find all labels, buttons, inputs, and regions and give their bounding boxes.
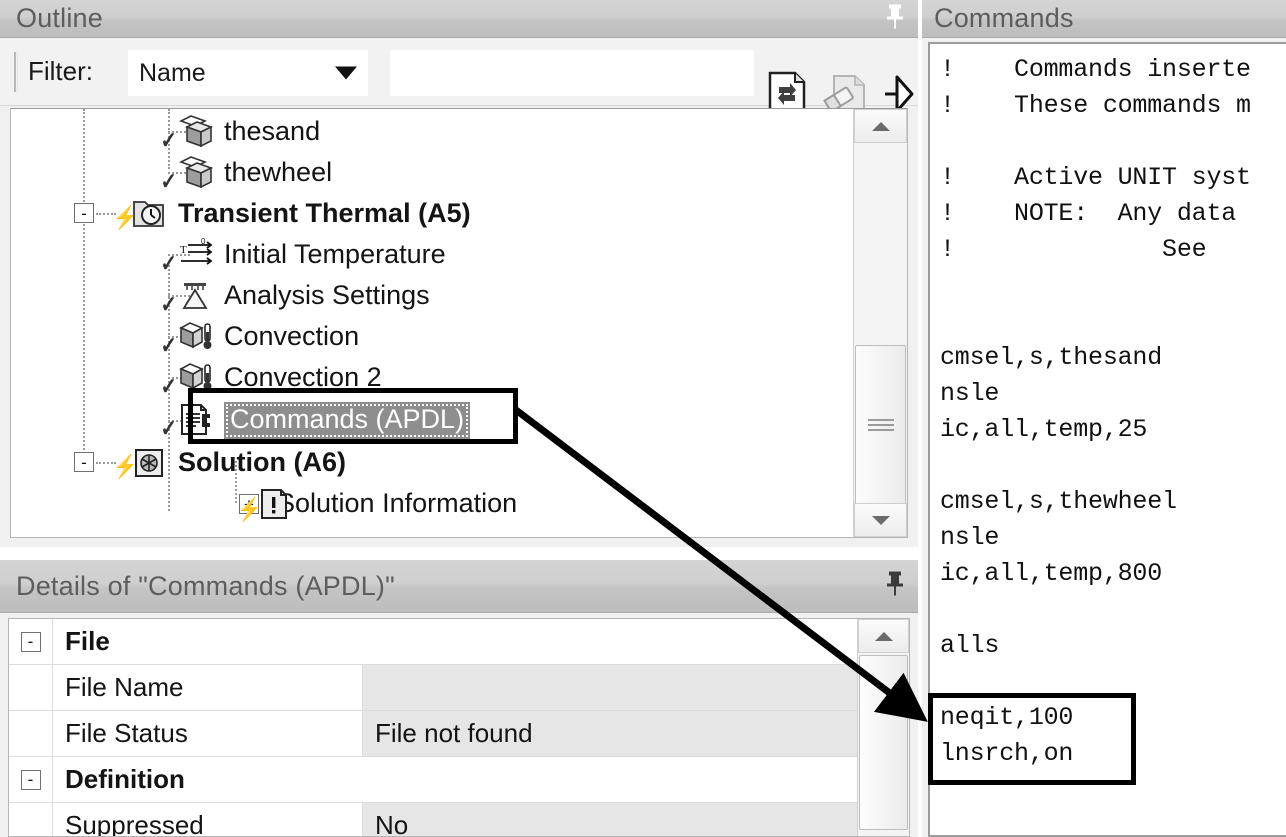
triangle-up-icon [874,631,893,641]
body-box-icon: ✓ [160,155,215,194]
commands-code-text[interactable]: ! Commands inserte ! These commands m ! … [930,44,1286,772]
filter-field-select[interactable]: Name [128,50,368,96]
grip-line [867,424,894,426]
tree-item-label: thesand [224,116,321,146]
details-key: Suppressed [53,803,363,836]
scroll-up-button[interactable] [858,619,909,653]
row-gutter [9,711,53,756]
neqit-lnsrch-highlight-box [928,693,1136,785]
tree-row-list: ✓ thesand ✓ thewheel - ⚡ Transient Therm… [11,111,851,524]
tree-item-label: Solution Information [277,488,518,518]
details-scrollbar[interactable] [857,619,909,836]
triangle-down-icon [871,515,890,525]
tree-expander-collapse[interactable]: - [74,203,94,223]
tree-item-solution[interactable]: - ⚡ Solution (A6) [11,442,851,483]
clock-folder-icon: ⚡ [113,197,169,231]
outline-title-bar: Outline [0,0,918,38]
tree-item-label: Initial Temperature [224,239,446,269]
group-expander[interactable]: - [9,619,53,664]
scrollbar-thumb[interactable] [855,345,906,505]
body-box-icon: ✓ [160,114,215,153]
details-key: File Name [53,665,363,710]
check-mark-icon: ✓ [160,372,177,399]
row-gutter [9,803,53,836]
outline-panel: Outline Filter: Name ✓ thesand ✓ thewhee… [0,0,918,547]
outline-tree[interactable]: ✓ thesand ✓ thewheel - ⚡ Transient Therm… [10,108,908,538]
tree-item-solution-information[interactable]: + ⚡ Solution Information [11,483,851,524]
scroll-down-button[interactable] [854,503,907,537]
temperature-init-icon: T 0 ✓ [160,237,215,276]
scroll-up-button[interactable] [854,109,907,143]
tree-item-convection[interactable]: ✓ Convection [11,316,851,358]
analysis-settings-icon: ✓ [160,279,215,317]
tree-item-thesand[interactable]: ✓ thesand [11,111,851,153]
tree-item-analysis-settings[interactable]: ✓ Analysis Settings [11,275,851,317]
pin-icon[interactable] [884,3,906,34]
tree-expander-collapse[interactable]: - [74,452,94,472]
filter-label: Filter: [28,56,93,86]
tree-item-label: Convection [224,321,360,351]
details-title-bar: Details of "Commands (APDL)" [0,560,918,613]
chevron-down-icon [335,66,357,80]
check-mark-icon: ✓ [160,249,177,276]
group-expander-glyph: - [20,769,41,790]
details-group-row[interactable]: - Definition [9,757,909,803]
details-key: File Status [53,711,363,756]
check-mark-icon: ✓ [160,126,177,153]
details-title-text: Details of "Commands (APDL)" [16,570,395,601]
grip-line [867,429,894,431]
details-value: File not found [363,711,909,756]
tree-item-label: thewheel [224,157,333,187]
outline-title-text: Outline [16,3,103,33]
details-property-grid[interactable]: - File File Name File Status File not fo… [8,618,910,837]
check-mark-icon: ✓ [160,415,177,441]
details-row-file-status[interactable]: File Status File not found [9,711,909,757]
toolbar-grip[interactable] [14,52,18,92]
row-gutter [9,665,53,710]
details-row-file-name[interactable]: File Name [9,665,909,711]
lightning-icon: ⚡ [237,495,262,522]
filter-text-input[interactable] [390,50,754,96]
solution-information-icon: ⚡ [237,487,293,522]
commands-title-text: Commands [934,3,1074,33]
details-value[interactable]: No [363,803,909,836]
group-expander-glyph: - [20,631,41,652]
tree-item-initial-temperature[interactable]: T 0 ✓ Initial Temperature [11,234,851,276]
outline-scrollbar[interactable] [853,109,907,537]
check-mark-icon: ✓ [160,331,177,358]
tree-item-transient-thermal[interactable]: - ⚡ Transient Thermal (A5) [11,193,851,234]
svg-text:0: 0 [201,238,206,246]
details-row-suppressed[interactable]: Suppressed No [9,803,909,836]
commands-title-bar: Commands [922,0,1286,38]
commands-apdl-highlight-box [188,388,518,444]
triangle-up-icon [871,121,890,131]
outline-filter-toolbar: Filter: Name [0,38,918,117]
lightning-icon: ⚡ [113,452,138,479]
details-group-label: Definition [53,757,909,802]
app-root: Outline Filter: Name ✓ thesand ✓ thewhee… [0,0,1286,837]
filter-field-value: Name [139,58,206,87]
scrollbar-thumb[interactable] [859,655,908,830]
tree-item-label: Transient Thermal (A5) [178,198,471,228]
svg-text:T: T [180,244,187,256]
lightning-icon: ⚡ [113,203,138,230]
check-mark-icon: ✓ [160,290,177,317]
details-value[interactable] [363,665,909,710]
tree-item-label: Analysis Settings [224,280,430,310]
pin-icon[interactable] [884,571,906,602]
details-group-row[interactable]: - File [9,619,909,665]
details-group-label: File [53,619,909,664]
tree-item-label: Solution (A6) [178,447,346,477]
details-panel: Details of "Commands (APDL)" - File File… [0,560,918,837]
tree-item-thewheel[interactable]: ✓ thewheel [11,152,851,194]
convection-icon: ✓ [160,320,215,358]
grip-line [867,419,894,421]
solution-icon: ⚡ [113,446,169,480]
check-mark-icon: ✓ [160,167,177,194]
group-expander[interactable]: - [9,757,53,802]
